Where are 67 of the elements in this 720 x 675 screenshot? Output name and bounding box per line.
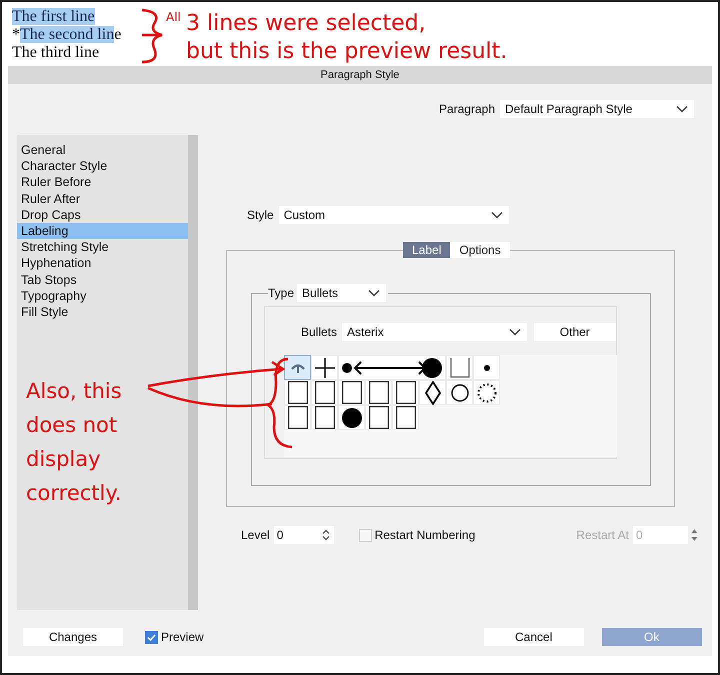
annotation-line: does not <box>26 412 118 438</box>
square-icon <box>368 381 388 404</box>
dot-icon <box>484 364 490 370</box>
document-line: The third line <box>12 44 100 62</box>
annotation-superscript: All <box>166 9 181 26</box>
annotation-line: display <box>26 446 102 472</box>
chevron-down-icon <box>676 105 688 113</box>
type-dropdown[interactable]: Bullets <box>297 284 386 302</box>
chevron-down-icon <box>490 211 503 219</box>
spinner-icon <box>322 529 330 541</box>
asterisk-icon <box>290 362 304 372</box>
annotation-line: correctly. <box>26 480 122 506</box>
dotted-circle-icon <box>476 382 496 402</box>
annotation-line: 3 lines were selected, <box>186 12 427 36</box>
category-item[interactable]: Hyphenation <box>17 255 188 272</box>
tab[interactable]: Label <box>403 242 450 258</box>
symbol-dropdown[interactable]: Asterix <box>342 323 527 341</box>
paragraph-label: Paragraph <box>438 101 495 118</box>
bullets-label: Bullets <box>301 324 338 341</box>
style-label: Style <box>247 207 274 224</box>
level-label: Level <box>241 527 270 544</box>
category-item[interactable]: Stretching Style <box>17 239 188 256</box>
square-icon <box>396 381 416 404</box>
dialog-title: Paragraph Style <box>8 66 712 84</box>
category-item[interactable]: Character Style <box>17 158 188 174</box>
category-item[interactable]: Ruler Before <box>17 174 188 191</box>
category-item[interactable]: General <box>17 142 188 158</box>
tab[interactable]: Options <box>450 242 510 258</box>
square-icon <box>288 381 308 404</box>
square-icon <box>314 406 334 429</box>
check-icon <box>147 634 156 640</box>
category-item[interactable]: Ruler After <box>17 190 188 207</box>
square-icon <box>314 381 334 404</box>
restart-numbering-label: Restart Numbering <box>374 527 476 544</box>
annotation-line: Also, this <box>26 378 122 404</box>
level-spinbox[interactable]: 0 <box>274 526 334 544</box>
restart-numbering-checkbox[interactable] <box>358 528 372 542</box>
category-item[interactable]: Fill Style <box>17 304 188 320</box>
square-icon <box>396 406 416 429</box>
category-item[interactable]: Labeling <box>17 222 188 240</box>
other-button[interactable]: Other <box>534 323 616 341</box>
changes-button[interactable]: Changes <box>23 628 123 646</box>
scrollbar[interactable] <box>188 135 198 610</box>
preview-checkbox[interactable] <box>145 630 158 644</box>
type-label: Type <box>268 285 294 302</box>
spinner-icon[interactable] <box>691 528 698 542</box>
preview-label: Preview <box>161 629 204 646</box>
chevron-down-icon <box>508 328 521 336</box>
square-icon <box>288 406 308 429</box>
filled-circle-icon <box>342 408 362 428</box>
chevron-down-icon <box>368 289 380 297</box>
category-item[interactable]: Typography <box>17 288 188 304</box>
square-icon <box>368 406 388 429</box>
style-dropdown[interactable]: Custom <box>278 206 509 224</box>
square-icon <box>342 381 362 404</box>
diamond-icon <box>424 380 440 404</box>
annotation-line: but this is the preview result. <box>186 40 508 64</box>
restart-at-label: Restart At <box>576 527 629 544</box>
document-line: *The second line <box>12 26 122 44</box>
brace-drawing <box>140 8 164 64</box>
category-item[interactable]: Drop Caps <box>17 206 188 223</box>
plus-icon <box>314 358 334 378</box>
circle-icon <box>450 384 468 402</box>
paragraph-dropdown[interactable]: Default Paragraph Style <box>500 100 694 118</box>
category-item[interactable]: Tab Stops <box>17 272 188 288</box>
double-arrow-icon <box>341 356 443 378</box>
cancel-button[interactable]: Cancel <box>484 628 584 646</box>
